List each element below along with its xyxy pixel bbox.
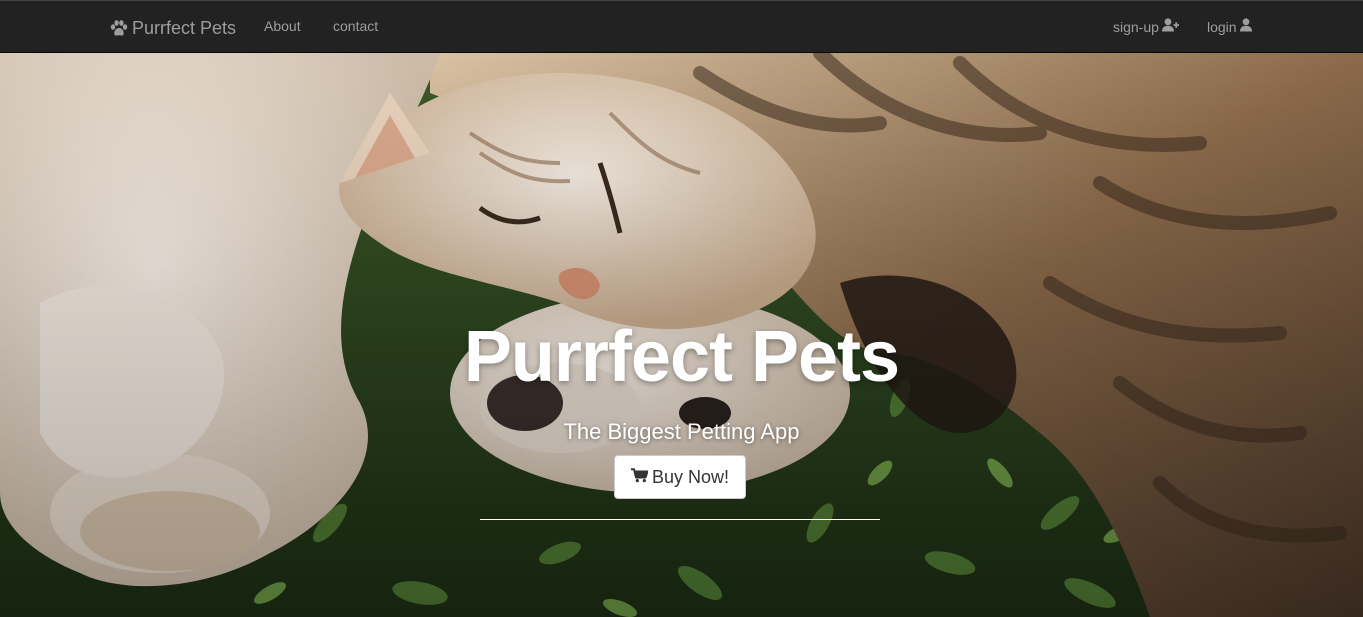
navbar: Purrfect Pets About contact sign-up logi…	[0, 0, 1363, 53]
nav-signup-label: sign-up	[1113, 18, 1159, 35]
paw-icon	[110, 19, 128, 37]
nav-login-link[interactable]: login	[1207, 18, 1252, 35]
brand-label: Purrfect Pets	[132, 17, 237, 38]
hero-section: Purrfect Pets The Biggest Petting App Bu…	[0, 53, 1363, 617]
hero-subtitle: The Biggest Petting App	[563, 419, 800, 444]
buy-now-label: Buy Now!	[651, 466, 730, 487]
brand-link[interactable]: Purrfect Pets	[110, 16, 236, 40]
buy-now-button[interactable]: Buy Now!	[614, 455, 746, 499]
user-plus-icon	[1161, 18, 1179, 35]
hero-divider	[480, 519, 880, 520]
nav-signup-link[interactable]: sign-up	[1113, 18, 1179, 35]
nav-contact-label: contact	[333, 18, 379, 34]
nav-contact-link[interactable]: contact	[333, 18, 378, 34]
nav-about-label: About	[264, 18, 301, 34]
user-icon	[1239, 18, 1252, 35]
nav-about-link[interactable]: About	[264, 18, 301, 34]
hero-title: Purrfect Pets	[463, 317, 900, 397]
shopping-cart-icon	[630, 467, 649, 488]
nav-login-label: login	[1207, 18, 1237, 35]
